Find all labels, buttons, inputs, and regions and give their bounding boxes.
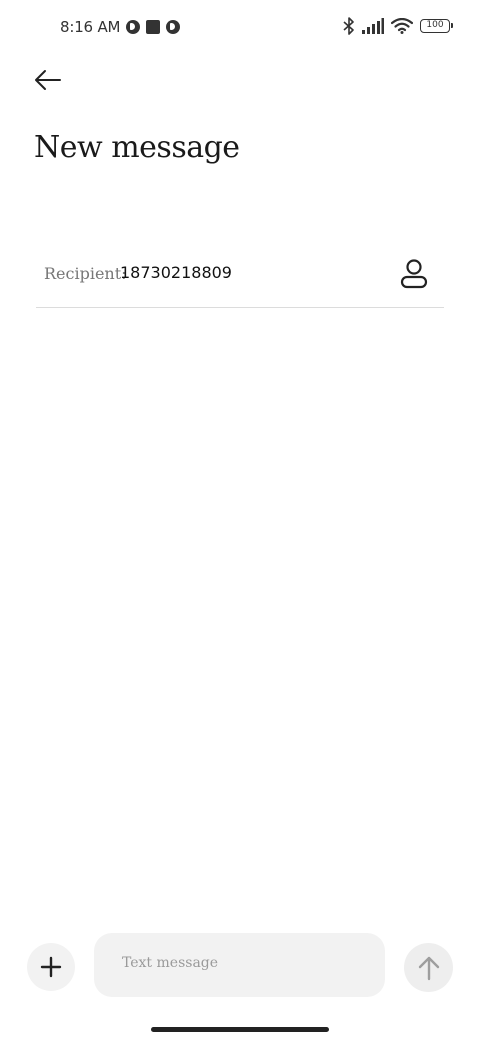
wifi-icon <box>391 18 413 34</box>
status-right: 100 <box>343 17 453 35</box>
send-button[interactable] <box>404 943 453 992</box>
cellular-signal-icon <box>362 18 384 34</box>
app-notification-icon <box>126 20 141 34</box>
page-title: New message <box>34 130 240 165</box>
bluetooth-icon <box>343 17 354 35</box>
app-notification-icon <box>166 20 181 34</box>
recipient-input[interactable] <box>120 263 370 282</box>
contact-person-icon <box>400 259 428 289</box>
send-arrow-up-icon <box>418 956 439 980</box>
new-message-screen: 8:16 AM 100 New message Recipient: 18730… <box>0 0 480 1040</box>
recipient-row: Recipient: <box>36 250 444 308</box>
contact-picker-button[interactable] <box>398 256 430 292</box>
plus-icon <box>40 956 62 978</box>
back-arrow-icon <box>35 70 61 90</box>
message-input[interactable] <box>122 955 362 971</box>
status-bar: 8:16 AM 100 <box>0 0 480 56</box>
status-time: 8:16 AM <box>60 18 121 36</box>
recipient-label: Recipient: <box>44 264 127 283</box>
home-indicator[interactable] <box>151 1027 329 1032</box>
message-field[interactable] <box>94 933 385 997</box>
back-button[interactable] <box>30 64 66 96</box>
add-attachment-button[interactable] <box>27 943 75 991</box>
battery-icon: 100 <box>420 19 453 33</box>
status-left: 8:16 AM <box>60 18 181 36</box>
stop-square-icon <box>146 20 161 34</box>
